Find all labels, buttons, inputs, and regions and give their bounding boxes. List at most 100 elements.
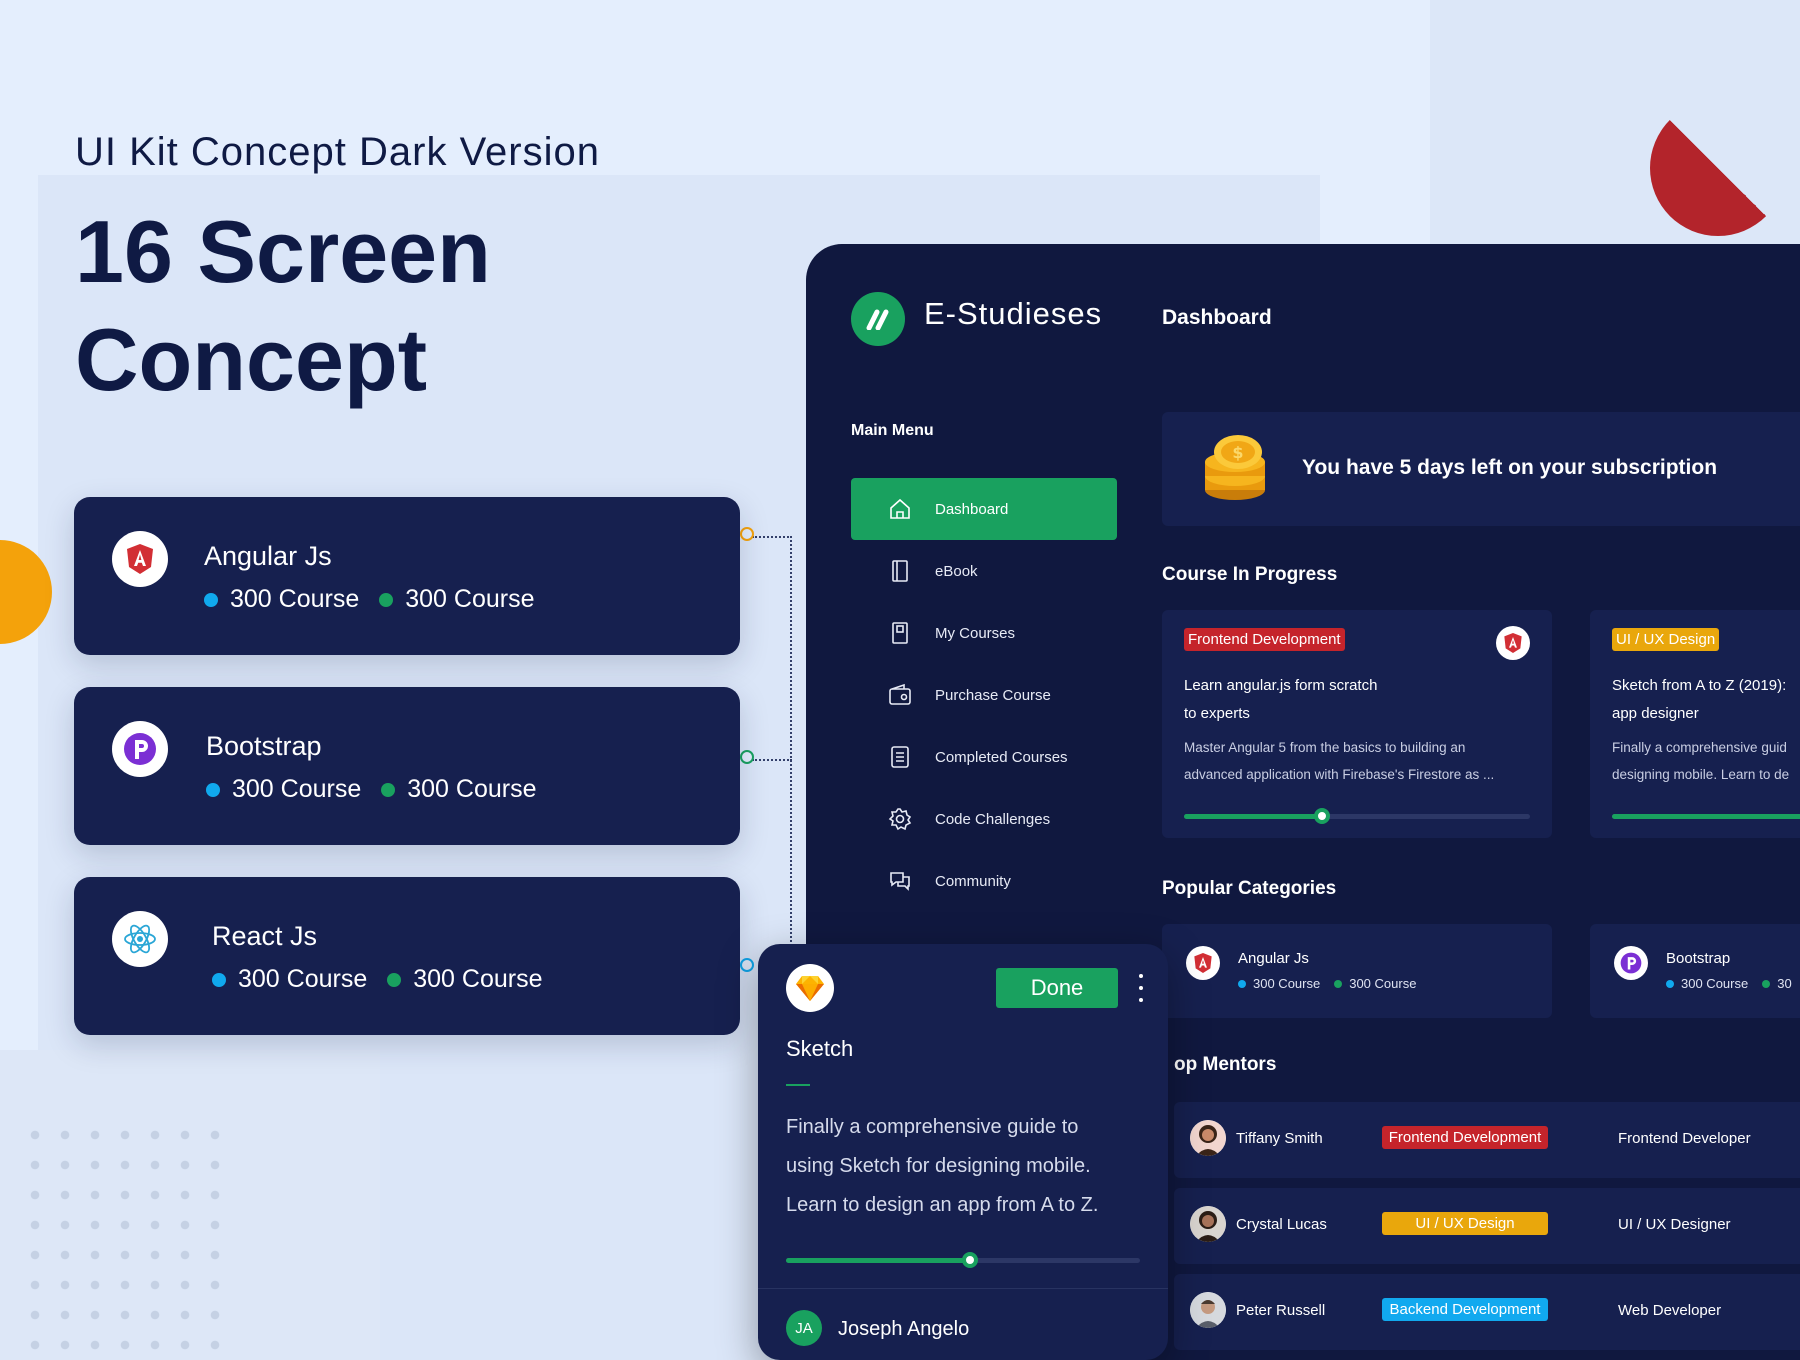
course-title: Sketch bbox=[786, 1036, 854, 1061]
mentor-name: Tiffany Smith bbox=[1236, 1130, 1323, 1147]
sketch-icon bbox=[786, 964, 834, 1012]
hero-subtitle: UI Kit Concept Dark Version bbox=[75, 130, 600, 174]
svg-text:$: $ bbox=[1232, 443, 1243, 462]
red-quarter-shape bbox=[1650, 100, 1786, 236]
category-tag: Frontend Development bbox=[1184, 628, 1345, 651]
category-name: Bootstrap bbox=[1666, 950, 1731, 967]
gear-icon bbox=[887, 806, 913, 832]
section-title: Popular Categories bbox=[1162, 878, 1337, 899]
sketch-course-card[interactable]: Done Sketch Finally a comprehensive guid… bbox=[758, 944, 1168, 1360]
progress-bar bbox=[1612, 814, 1800, 819]
course-progress-card[interactable]: Frontend Development Learn angular.js fo… bbox=[1162, 610, 1552, 838]
course-card-react[interactable]: React Js 300 Course 300 Course bbox=[74, 877, 740, 1035]
course-card-bootstrap[interactable]: Bootstrap 300 Course 300 Course bbox=[74, 687, 740, 845]
section-title: Course In Progress bbox=[1162, 564, 1338, 585]
blue-dot-icon bbox=[212, 972, 226, 987]
sidebar-menu: Dashboard eBook My Courses Purchase Cour… bbox=[851, 478, 1117, 912]
more-options-icon[interactable] bbox=[1136, 974, 1146, 1002]
connector-line bbox=[780, 536, 792, 946]
green-dot-icon bbox=[379, 592, 394, 607]
course-count: 300 Course bbox=[413, 965, 543, 993]
course-count: 300 Course bbox=[232, 775, 362, 803]
sidebar-item-label: eBook bbox=[935, 562, 978, 580]
mentor-row[interactable]: Peter Russell Backend Development Web De… bbox=[1174, 1274, 1800, 1350]
sidebar-item-completed-courses[interactable]: Completed Courses bbox=[851, 726, 1117, 788]
progress-fill bbox=[1612, 814, 1800, 819]
title-underline bbox=[786, 1084, 810, 1086]
green-dot-icon bbox=[387, 972, 402, 987]
mentor-row[interactable]: Crystal Lucas UI / UX Design UI / UX Des… bbox=[1174, 1188, 1800, 1264]
notebook-icon bbox=[887, 620, 913, 646]
progress-knob[interactable] bbox=[1314, 808, 1331, 824]
avatar: JA bbox=[786, 1310, 822, 1346]
angular-icon bbox=[1496, 626, 1530, 660]
blue-dot-icon bbox=[204, 592, 218, 607]
page-title: Dashboard bbox=[1162, 306, 1272, 329]
dot-grid-pattern bbox=[20, 1120, 220, 1360]
home-icon bbox=[887, 496, 913, 522]
coin-stack-icon: $ bbox=[1202, 430, 1272, 504]
mentor-role: Frontend Developer bbox=[1618, 1130, 1751, 1147]
sidebar-item-my-courses[interactable]: My Courses bbox=[851, 602, 1117, 664]
category-tag: Frontend Development bbox=[1382, 1126, 1548, 1149]
menu-title: Main Menu bbox=[851, 422, 934, 439]
sidebar-item-dashboard[interactable]: Dashboard bbox=[851, 478, 1117, 540]
mentor-name: Crystal Lucas bbox=[1236, 1216, 1327, 1233]
sidebar-item-label: Purchase Course bbox=[935, 686, 1051, 704]
course-count: 300 Course bbox=[1349, 976, 1417, 991]
course-title-line: Learn angular.js form scratch bbox=[1184, 677, 1378, 694]
course-description-line: designing mobile. Learn to de bbox=[1612, 767, 1790, 782]
bootstrap-icon bbox=[1614, 946, 1648, 980]
sidebar-item-community[interactable]: Community bbox=[851, 850, 1117, 912]
sidebar-item-label: My Courses bbox=[935, 624, 1016, 642]
mentor-role: UI / UX Designer bbox=[1618, 1216, 1731, 1233]
course-count: 300 Course bbox=[1253, 976, 1321, 991]
progress-knob[interactable] bbox=[962, 1252, 979, 1268]
course-description-line: advanced application with Firebase's Fir… bbox=[1184, 767, 1495, 782]
sidebar-item-label: Community bbox=[935, 872, 1011, 890]
course-count: 300 Course bbox=[238, 965, 368, 993]
course-description-line: Master Angular 5 from the basics to buil… bbox=[1184, 740, 1466, 755]
sidebar-item-label: Code Challenges bbox=[935, 810, 1051, 828]
category-card-bootstrap[interactable]: Bootstrap 300 Course 30 bbox=[1590, 924, 1800, 1018]
subscription-banner: $ You have 5 days left on your subscript… bbox=[1162, 412, 1800, 526]
course-card-angular[interactable]: Angular Js 300 Course 300 Course bbox=[74, 497, 740, 655]
sidebar-item-purchase-course[interactable]: Purchase Course bbox=[851, 664, 1117, 726]
blue-dot-icon bbox=[1666, 979, 1674, 988]
course-progress-card[interactable]: UI / UX Design Sketch from A to Z (2019)… bbox=[1590, 610, 1800, 838]
course-card-title: Angular Js bbox=[204, 541, 332, 571]
course-description-line: Finally a comprehensive guide to bbox=[786, 1116, 1079, 1138]
category-card-angular[interactable]: Angular Js 300 Course 300 Course bbox=[1162, 924, 1552, 1018]
connector-node bbox=[740, 750, 754, 764]
done-button[interactable]: Done bbox=[996, 968, 1118, 1008]
angular-icon bbox=[1186, 946, 1220, 980]
blue-dot-icon bbox=[206, 782, 220, 797]
chat-icon bbox=[887, 868, 913, 894]
course-card-title: React Js bbox=[212, 921, 318, 951]
book-icon bbox=[887, 558, 913, 584]
brand-logo-icon bbox=[851, 292, 905, 346]
avatar bbox=[1190, 1292, 1226, 1328]
subscription-message: You have 5 days left on your subscriptio… bbox=[1302, 456, 1718, 479]
course-stats: 300 Course 300 Course bbox=[206, 775, 557, 804]
mentor-name: Peter Russell bbox=[1236, 1302, 1326, 1319]
category-tag: UI / UX Design bbox=[1382, 1212, 1548, 1235]
react-icon bbox=[112, 911, 168, 967]
avatar bbox=[1190, 1206, 1226, 1242]
mentor-row[interactable]: Tiffany Smith Frontend Development Front… bbox=[1174, 1102, 1800, 1178]
course-stats: 300 Course 300 Course bbox=[212, 965, 563, 994]
mentor-role: Web Developer bbox=[1618, 1302, 1722, 1319]
category-stats: 300 Course 300 Course bbox=[1238, 976, 1430, 991]
category-stats: 300 Course 30 bbox=[1666, 976, 1800, 991]
category-tag: Backend Development bbox=[1382, 1298, 1548, 1321]
sidebar-item-ebook[interactable]: eBook bbox=[851, 540, 1117, 602]
progress-bar bbox=[1184, 808, 1530, 824]
course-title-line: app designer bbox=[1612, 705, 1699, 722]
course-stats: 300 Course 300 Course bbox=[204, 585, 555, 614]
course-count: 300 Course bbox=[230, 585, 360, 613]
course-description-line: Learn to design an app from A to Z. bbox=[786, 1194, 1099, 1216]
wallet-icon bbox=[887, 682, 913, 708]
green-dot-icon bbox=[1762, 979, 1771, 988]
sidebar-item-code-challenges[interactable]: Code Challenges bbox=[851, 788, 1117, 850]
course-count: 300 Course bbox=[405, 585, 535, 613]
